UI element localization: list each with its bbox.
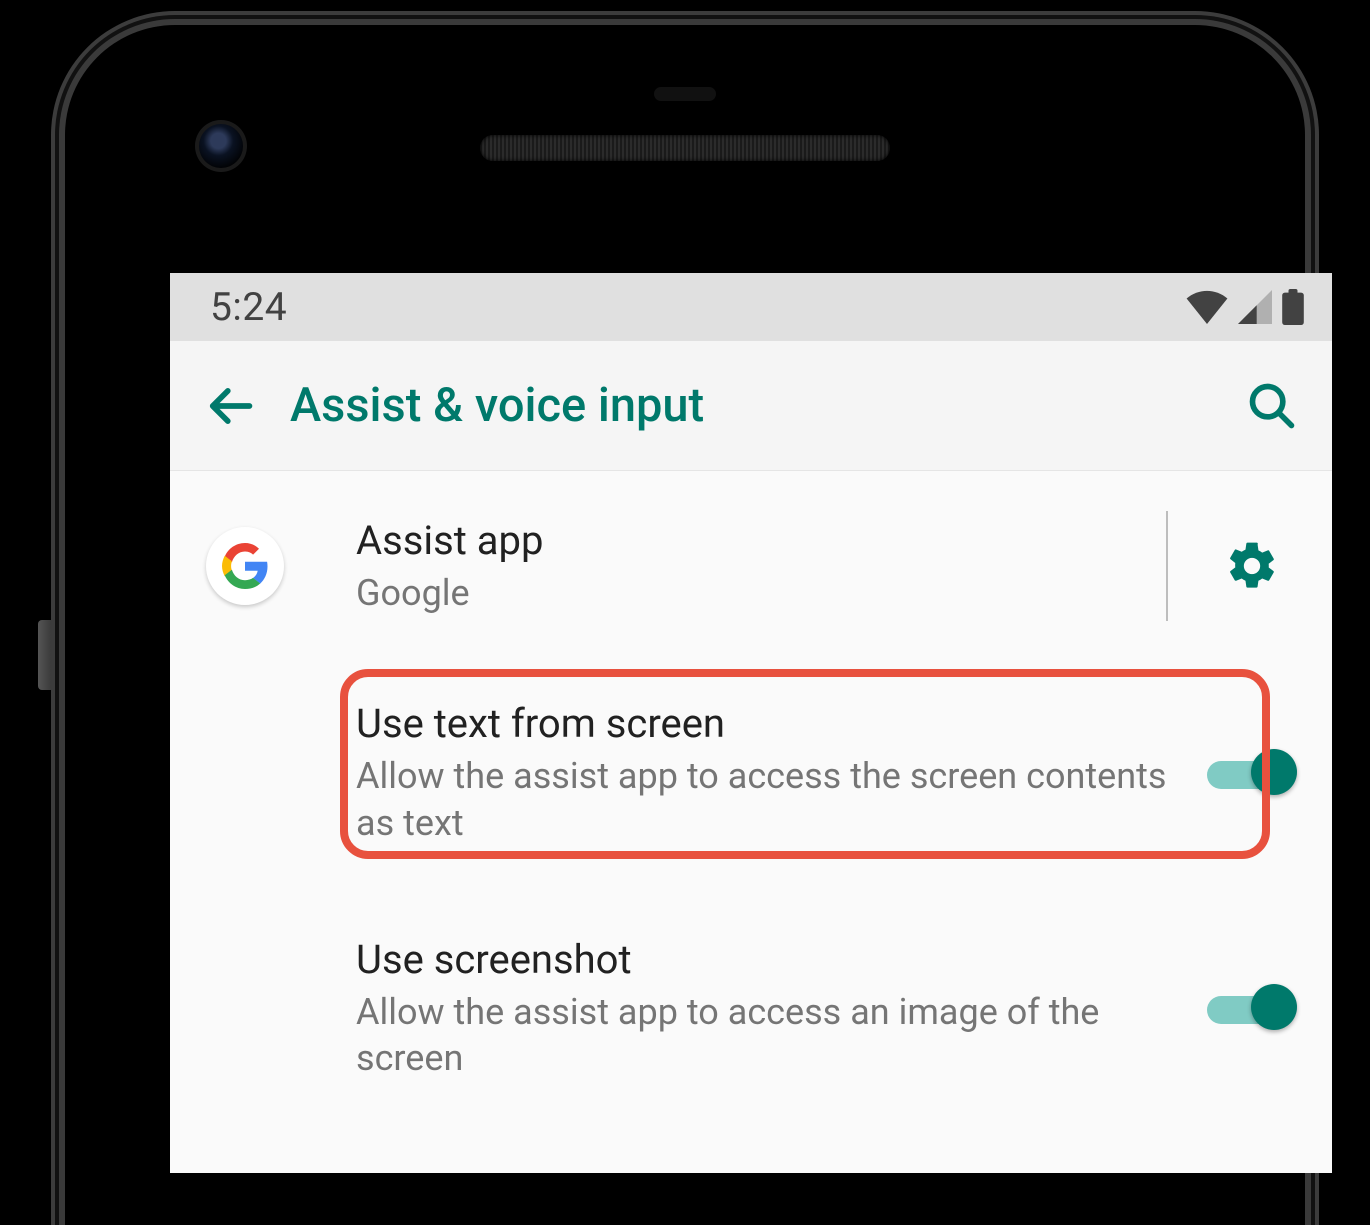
- settings-list: Assist app Google Use text from screen A…: [170, 471, 1332, 1112]
- clock: 5:24: [210, 284, 287, 330]
- wifi-icon: [1186, 290, 1228, 324]
- assist-app-subtitle: Google: [356, 570, 1132, 617]
- google-logo-icon: [206, 527, 284, 605]
- use-screenshot-row[interactable]: Use screenshot Allow the assist app to a…: [170, 895, 1332, 1113]
- use-screenshot-subtitle: Allow the assist app to access an image …: [356, 989, 1172, 1083]
- use-text-subtitle: Allow the assist app to access the scree…: [356, 753, 1172, 847]
- screen: 5:24: [170, 273, 1332, 1173]
- search-button[interactable]: [1236, 370, 1308, 442]
- side-button: [38, 620, 60, 690]
- use-screenshot-title: Use screenshot: [356, 935, 1172, 985]
- use-screenshot-toggle[interactable]: [1207, 984, 1297, 1032]
- status-bar: 5:24: [170, 273, 1332, 341]
- use-text-toggle[interactable]: [1207, 749, 1297, 797]
- assist-app-title: Assist app: [356, 516, 1132, 566]
- earpiece-speaker: [480, 135, 890, 161]
- divider: [1166, 511, 1168, 621]
- cellular-icon: [1236, 290, 1274, 324]
- assist-app-row[interactable]: Assist app Google: [170, 481, 1332, 651]
- assist-app-settings-button[interactable]: [1202, 538, 1302, 594]
- search-icon: [1246, 380, 1298, 432]
- use-text-row[interactable]: Use text from screen Allow the assist ap…: [170, 651, 1332, 895]
- use-text-title: Use text from screen: [356, 699, 1172, 749]
- front-camera: [195, 120, 247, 172]
- proximity-sensor: [654, 87, 716, 101]
- gear-icon: [1224, 538, 1280, 594]
- arrow-back-icon: [204, 380, 256, 432]
- page-title: Assist & voice input: [290, 378, 704, 433]
- app-bar: Assist & voice input: [170, 341, 1332, 471]
- battery-icon: [1282, 289, 1304, 325]
- phone-frame: 5:24: [65, 25, 1305, 1225]
- back-button[interactable]: [194, 370, 266, 442]
